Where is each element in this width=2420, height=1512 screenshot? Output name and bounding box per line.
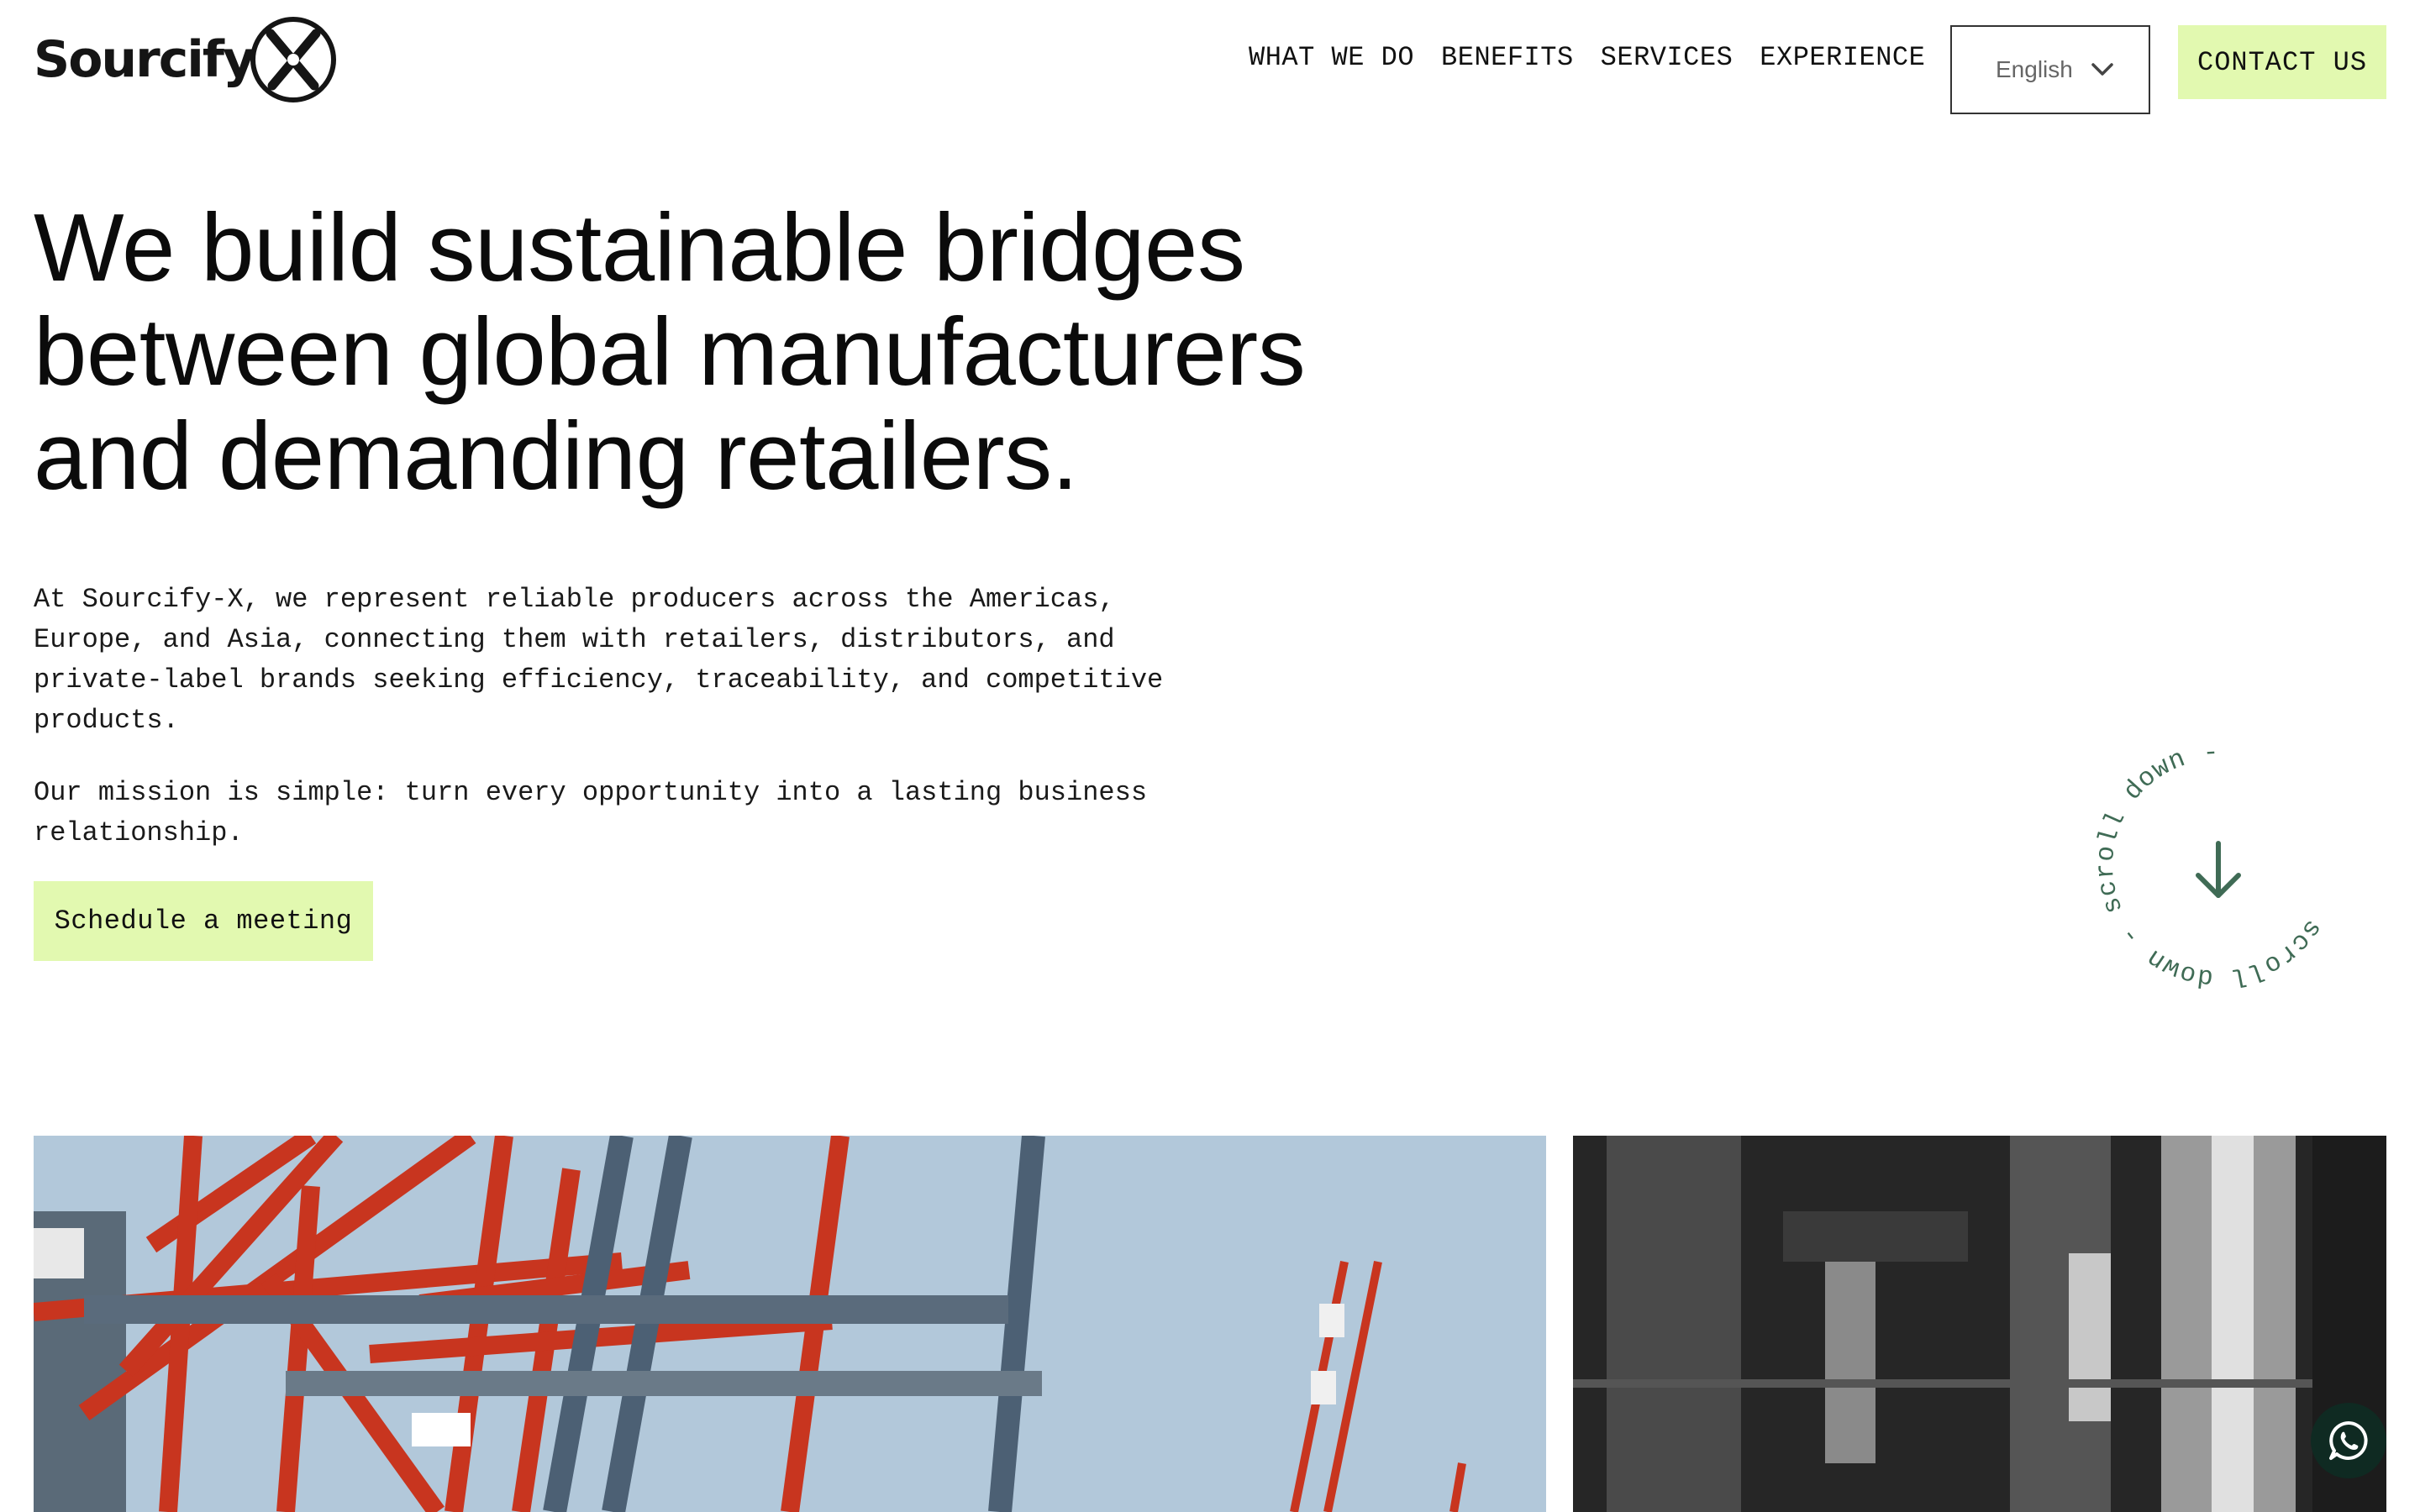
port-cranes-image <box>34 1136 1546 1512</box>
logo-x-icon <box>250 17 337 102</box>
hero-paragraph-intro: At Sourcify-X, we represent reliable pro… <box>34 584 1164 736</box>
language-select-value: English <box>1996 56 2073 82</box>
hero-title: We build sustainable bridges between glo… <box>34 195 1306 510</box>
arrow-down-icon <box>2196 841 2241 898</box>
contact-us-button[interactable]: CONTACT US <box>2178 25 2386 99</box>
whatsapp-icon <box>2329 1421 2368 1460</box>
machinery-image <box>1573 1136 2386 1512</box>
hero-paragraph-mission: Our mission is simple: turn every opport… <box>34 777 1148 848</box>
nav-item-what-we-do[interactable]: WHAT WE DO <box>1249 42 1414 73</box>
nav-item-experience[interactable]: EXPERIENCE <box>1760 42 1925 73</box>
brand-name: Sourcify <box>34 30 255 89</box>
chevron-down-icon <box>2091 63 2113 76</box>
schedule-meeting-button[interactable]: Schedule a meeting <box>34 881 373 961</box>
scroll-down-badge[interactable]: scroll down - scroll down - <box>2092 739 2344 991</box>
language-select[interactable]: English <box>1950 25 2150 114</box>
brand-logo[interactable]: Sourcify <box>34 13 338 106</box>
whatsapp-button[interactable] <box>2311 1403 2386 1478</box>
nav-item-services[interactable]: SERVICES <box>1601 42 1733 73</box>
main-nav: WHAT WE DO BENEFITS SERVICES EXPERIENCE <box>1249 42 1925 73</box>
nav-item-benefits[interactable]: BENEFITS <box>1441 42 1574 73</box>
